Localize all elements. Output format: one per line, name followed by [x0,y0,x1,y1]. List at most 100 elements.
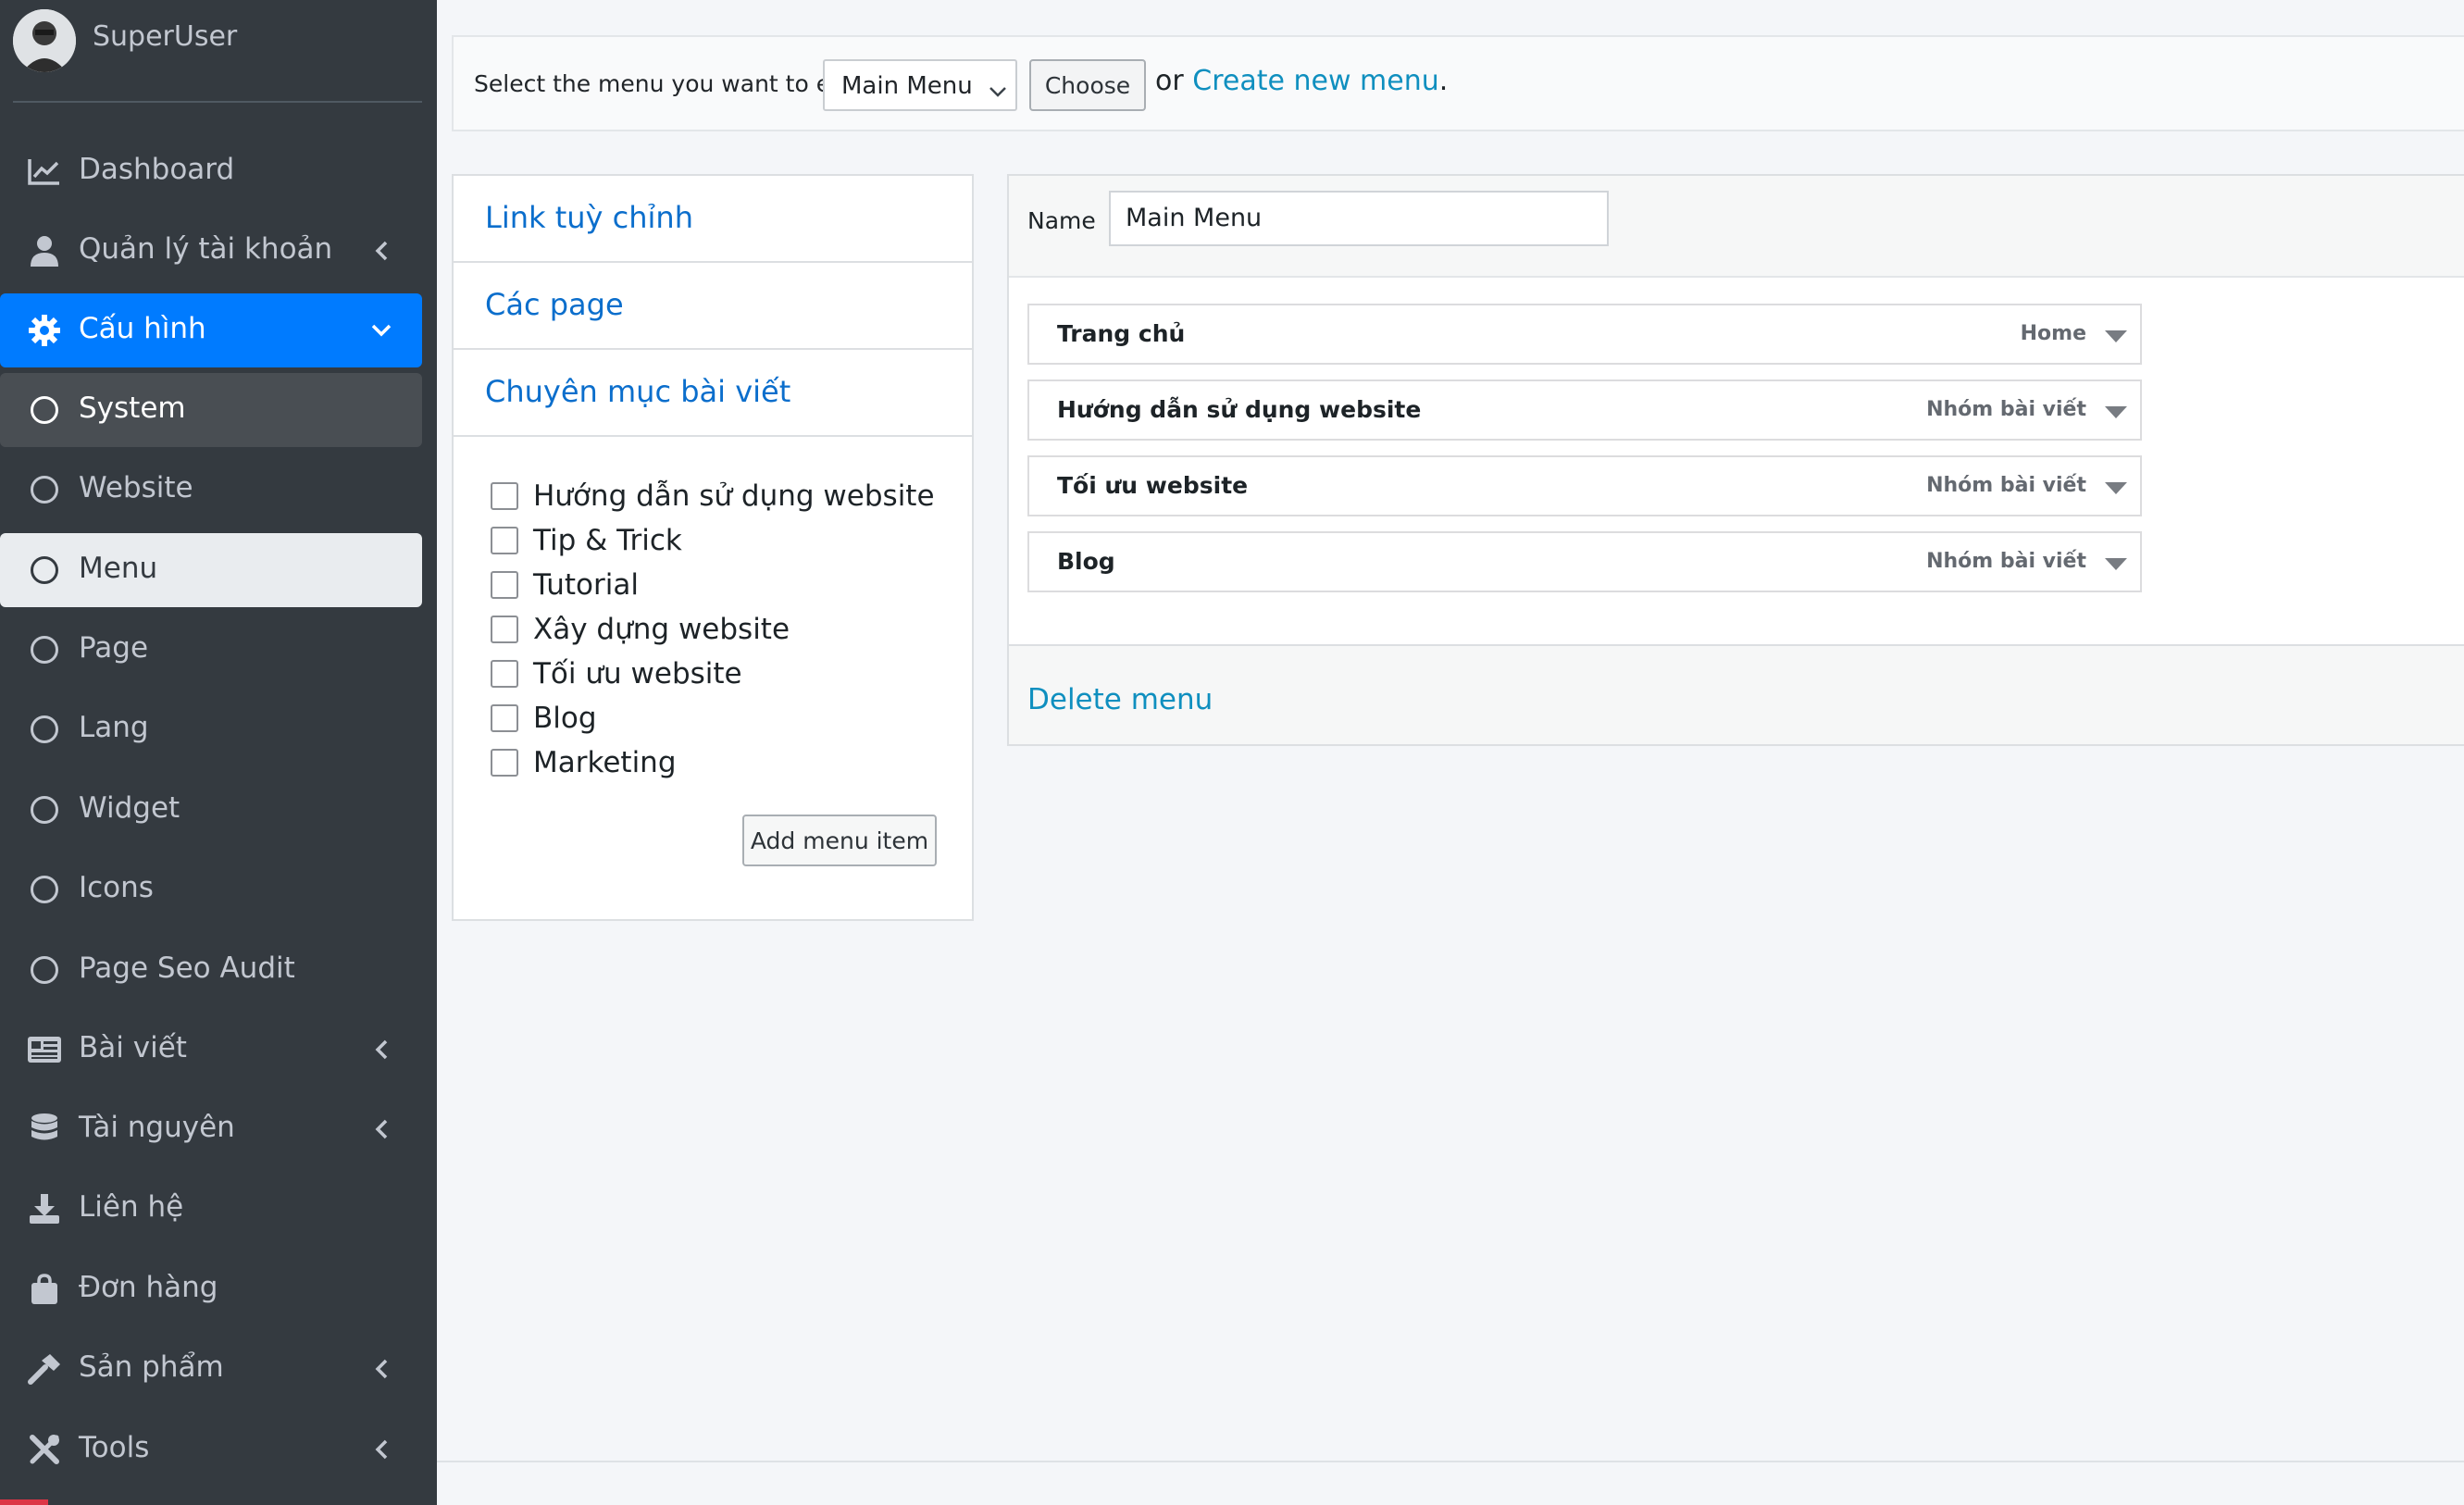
category-checkbox[interactable] [491,616,518,643]
sidebar-item-orders[interactable]: Đơn hàng [0,1252,422,1326]
category-option[interactable]: Blog [491,698,597,739]
category-option[interactable]: Marketing [491,742,677,783]
add-menu-items-panel: Link tuỳ chỉnh Các page Chuyên mục bài v… [452,174,974,921]
menu-item[interactable]: Trang chủ Home [1027,304,2142,365]
category-option[interactable]: Tip & Trick [491,520,682,561]
sidebar-item-label: Icons [79,871,154,904]
accordion-pages[interactable]: Các page [454,263,972,350]
sidebar-item-label: Đơn hàng [79,1271,218,1304]
caret-down-icon[interactable] [2105,330,2127,342]
menu-select-bar: Select the menu you want to edit: Main M… [452,35,2464,131]
select-menu-label: Select the menu you want to edit: [474,70,869,97]
user-icon [26,234,63,267]
category-option[interactable]: Tutorial [491,565,639,605]
sidebar-item-page[interactable]: Page [0,613,422,687]
accordion-title: Chuyên mục bài viết [485,374,791,409]
menu-item-type: Nhóm bài viết [1926,474,2086,497]
sidebar-item-label: Widget [79,791,180,825]
delete-menu-link[interactable]: Delete menu [1027,683,1213,716]
category-label: Hướng dẫn sử dụng website [533,479,935,513]
category-option[interactable]: Tối ưu website [491,653,742,694]
category-checkbox[interactable] [491,527,518,554]
menu-item[interactable]: Hướng dẫn sử dụng website Nhóm bài viết [1027,379,2142,441]
menu-item[interactable]: Tối ưu website Nhóm bài viết [1027,455,2142,516]
category-label: Tip & Trick [533,524,682,557]
footer-divider [437,1461,2464,1462]
sidebar-item-label: Page [79,631,149,665]
sidebar-item-contact[interactable]: Liên hệ [0,1172,422,1246]
chevron-down-icon [988,78,1008,97]
sidebar-item-menu[interactable]: Menu [0,533,422,607]
sidebar-item-tools[interactable]: Tools [0,1412,422,1486]
category-label: Tutorial [533,568,639,602]
shopping-bag-icon [26,1273,63,1306]
sidebar-item-dashboard[interactable]: Dashboard [0,134,422,208]
sidebar-item-posts[interactable]: Bài viết [0,1013,422,1087]
menu-item-title: Blog [1057,548,1115,575]
category-checkbox[interactable] [491,660,518,688]
sidebar-item-label: Bài viết [79,1031,187,1064]
newspaper-icon [26,1033,63,1066]
user-name[interactable]: SuperUser [93,20,237,53]
category-checkbox[interactable] [491,749,518,777]
sidebar-item-label: Quản lý tài khoản [79,232,333,266]
sidebar-item-products[interactable]: Sản phẩm [0,1332,422,1406]
category-label: Tối ưu website [533,657,742,690]
accordion-custom-links[interactable]: Link tuỳ chỉnh [454,176,972,263]
menu-item-type: Home [2020,322,2086,345]
add-menu-item-button[interactable]: Add menu item [742,815,937,866]
sidebar-item-resources[interactable]: Tài nguyên [0,1092,422,1166]
sidebar-item-label: Website [79,471,193,504]
hammer-icon [26,1352,63,1386]
user-panel[interactable]: SuperUser [13,0,422,103]
menu-name-input[interactable]: Main Menu [1109,191,1609,246]
category-checkbox[interactable] [491,571,518,599]
menu-structure-panel: Name Main Menu Trang chủ Home Hướng dẫn … [1007,174,2464,746]
circle-icon [26,633,63,666]
sidebar-item-page-seo-audit[interactable]: Page Seo Audit [0,933,422,1007]
caret-down-icon[interactable] [2105,557,2127,570]
circle-icon [26,953,63,987]
circle-icon [26,793,63,827]
category-option[interactable]: Xây dựng website [491,609,790,650]
sidebar-item-config[interactable]: Cấu hình [0,293,422,367]
menu-select-value: Main Menu [841,72,973,100]
gear-icon [26,314,63,347]
avatar[interactable] [13,9,76,72]
caret-down-icon[interactable] [2105,481,2127,494]
sidebar-item-icons[interactable]: Icons [0,852,422,927]
sidebar-item-label: Tài nguyên [79,1111,235,1144]
sidebar-item-label: Liên hệ [79,1190,184,1224]
sidebar-item-system[interactable]: System [0,373,422,447]
chevron-left-icon [367,236,396,266]
accordion-post-categories[interactable]: Chuyên mục bài viết [454,350,972,437]
sidebar-item-lang[interactable]: Lang [0,692,422,766]
circle-icon [26,873,63,906]
category-checkbox[interactable] [491,482,518,510]
sidebar-item-label: System [79,392,186,425]
chevron-left-icon [367,1435,396,1464]
sidebar-item-accounts[interactable]: Quản lý tài khoản [0,214,422,288]
sidebar-item-website[interactable]: Website [0,453,422,527]
menu-name-label: Name [1027,207,1096,234]
sidebar-item-label: Tools [79,1431,150,1464]
sidebar-item-label: Page Seo Audit [79,952,295,985]
chevron-left-icon [367,1354,396,1384]
sidebar: SuperUser Dashboard Quản lý tài khoản Cấ… [0,0,437,1505]
menu-select[interactable]: Main Menu [823,59,1017,111]
caret-down-icon[interactable] [2105,405,2127,418]
chevron-left-icon [367,1114,396,1144]
category-checkbox[interactable] [491,704,518,732]
create-new-menu-link[interactable]: Create new menu [1192,65,1438,97]
sidebar-item-widget[interactable]: Widget [0,773,422,847]
download-icon [26,1192,63,1225]
create-menu-prompt: or Create new menu. [1155,65,1448,97]
period-text: . [1438,65,1449,97]
menu-items-list: Trang chủ Home Hướng dẫn sử dụng website… [1009,276,2464,646]
category-option[interactable]: Hướng dẫn sử dụng website [491,476,935,516]
menu-item[interactable]: Blog Nhóm bài viết [1027,531,2142,592]
choose-button[interactable]: Choose [1029,59,1146,111]
menu-item-type: Nhóm bài viết [1926,398,2086,421]
circle-icon [26,473,63,506]
sidebar-bottom-accent [0,1499,48,1505]
